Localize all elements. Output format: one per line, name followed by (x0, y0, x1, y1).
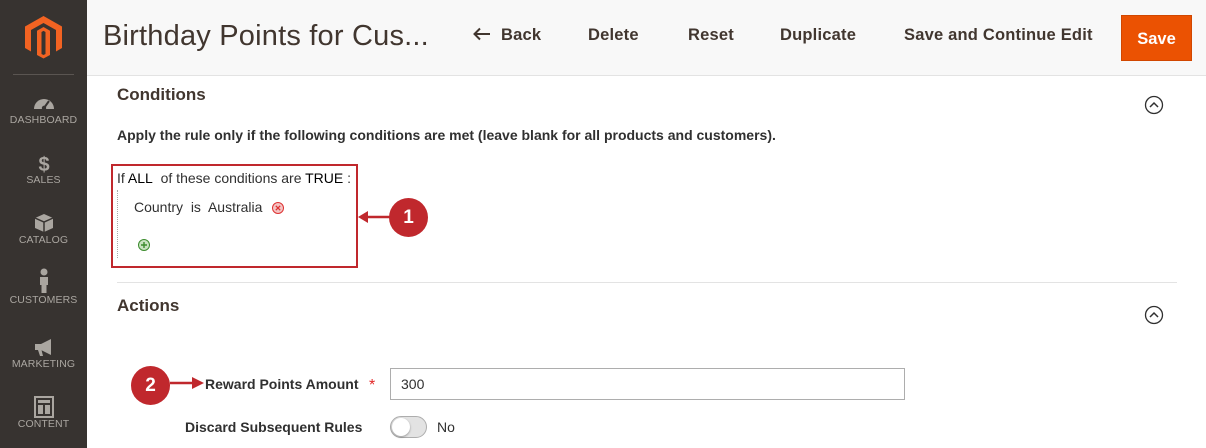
sidebar-item-label: SALES (26, 174, 61, 186)
delete-button[interactable]: Delete (588, 26, 639, 45)
collapse-icon[interactable] (1144, 305, 1164, 325)
condition-attribute[interactable]: Country (134, 199, 183, 215)
sidebar-item-sales[interactable]: $ SALES (0, 152, 87, 214)
condition-operator[interactable]: is (191, 199, 201, 215)
sidebar-item-customers[interactable]: CUSTOMERS (0, 268, 87, 330)
callout-arrow-2 (170, 377, 204, 389)
dollar-icon: $ (38, 154, 49, 174)
save-button[interactable]: Save (1121, 15, 1192, 61)
layout-icon (33, 396, 54, 418)
conditions-tree-line (117, 190, 118, 258)
sidebar-item-label: DASHBOARD (9, 114, 78, 126)
reward-points-input[interactable] (390, 368, 905, 400)
aggregator-select[interactable]: ALL (128, 170, 153, 186)
remove-condition-icon[interactable] (272, 202, 285, 214)
section-divider (117, 282, 1177, 283)
dashboard-icon (33, 99, 54, 111)
actions-section-title[interactable]: Actions (117, 296, 179, 316)
page-header: Birthday Points for Cus... Back Delete R… (87, 0, 1206, 76)
duplicate-button[interactable]: Duplicate (780, 26, 856, 45)
back-button[interactable]: Back (473, 26, 541, 45)
save-and-continue-button[interactable]: Save and Continue Edit (904, 26, 1093, 45)
sidebar-item-content[interactable]: CONTENT (0, 396, 87, 448)
colon-text: : (347, 170, 352, 186)
admin-sidebar: DASHBOARD $ SALES CATALOG CUSTOMERS MARK… (0, 0, 87, 448)
sidebar-item-marketing[interactable]: MARKETING (0, 336, 87, 398)
conditions-description: Apply the rule only if the following con… (117, 127, 776, 143)
if-text: If (117, 170, 125, 186)
callout-badge-2: 2 (131, 366, 170, 405)
discard-rules-toggle[interactable] (390, 416, 427, 438)
conditions-section-title[interactable]: Conditions (117, 85, 206, 105)
toggle-knob (392, 418, 410, 436)
conditions-aggregator-line: If ALL of these conditions are TRUE : (117, 170, 351, 186)
conditions-mid-text: of these conditions are (160, 170, 302, 186)
megaphone-icon (34, 339, 51, 356)
box-icon (34, 214, 53, 232)
sidebar-item-label: CUSTOMERS (9, 294, 78, 306)
person-icon (39, 268, 48, 293)
sidebar-divider (13, 74, 74, 75)
back-label: Back (501, 26, 542, 44)
reset-button[interactable]: Reset (688, 26, 734, 45)
sidebar-item-catalog[interactable]: CATALOG (0, 212, 87, 274)
discard-rules-state: No (437, 419, 455, 435)
page-title: Birthday Points for Cus... (103, 20, 429, 52)
sidebar-item-label: CATALOG (18, 234, 69, 246)
callout-badge-1: 1 (389, 198, 428, 237)
required-mark: * (369, 377, 376, 394)
value-select[interactable]: TRUE (305, 170, 343, 186)
collapse-icon[interactable] (1144, 95, 1164, 115)
callout-arrow-1 (358, 211, 390, 223)
add-condition-icon[interactable] (138, 239, 150, 251)
sidebar-item-label: CONTENT (17, 418, 70, 430)
discard-rules-label: Discard Subsequent Rules (185, 419, 363, 435)
sidebar-item-dashboard[interactable]: DASHBOARD (0, 92, 87, 154)
arrow-left-icon (473, 27, 490, 41)
condition-row: Country is Australia (134, 199, 285, 215)
condition-value[interactable]: Australia (208, 199, 262, 215)
sidebar-item-label: MARKETING (11, 358, 76, 370)
reward-points-label: Reward Points Amount (205, 376, 359, 392)
svg-text:$: $ (38, 154, 49, 174)
magento-logo[interactable] (22, 14, 65, 60)
